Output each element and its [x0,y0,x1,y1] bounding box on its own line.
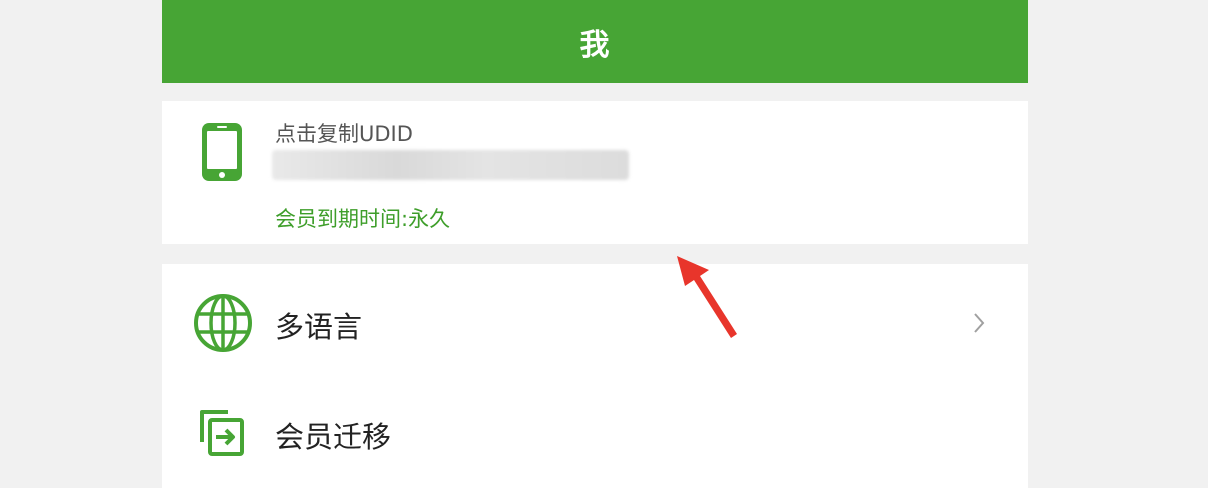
phone-screen: 我 多语言 会员迁移 点击复制UDID 会员到期时间:永久 [162,0,1028,488]
udid-value-redacted[interactable] [272,150,629,180]
globe-icon [194,294,252,352]
transfer-icon [200,410,244,456]
red-arrow-icon [677,256,737,338]
menu-card: 多语言 会员迁移 [162,264,1028,488]
menu-item-label: 会员迁移 [275,420,392,454]
page-title: 我 [579,27,611,63]
menu-item-language[interactable]: 多语言 [162,264,1028,374]
menu-item-label: 多语言 [275,310,363,344]
phone-icon [202,123,242,181]
chevron-right-icon [974,313,985,333]
udid-copy-label[interactable]: 点击复制UDID [275,118,413,148]
menu-item-member-migration[interactable]: 会员迁移 [162,374,1028,484]
membership-expiry: 会员到期时间:永久 [275,207,451,231]
top-bar: 我 [162,0,1028,83]
